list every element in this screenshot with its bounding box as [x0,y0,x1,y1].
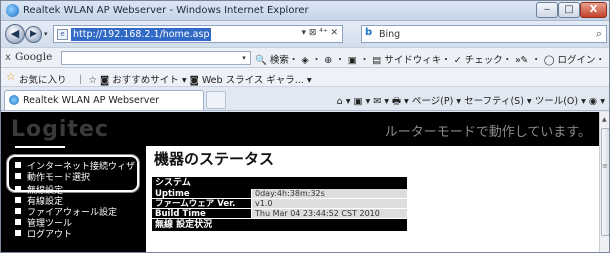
tab-active[interactable]: Realtek WLAN AP Webserver [4,90,204,110]
browser-window: Realtek WLAN AP Webserver - Windows Inte… [0,0,610,253]
search-icon[interactable]: ⌕ [596,27,602,41]
menu-item-admin-tools[interactable]: 管理ツール [15,219,72,230]
tab-row: Realtek WLAN AP Webserver ⌂ ▾ ▣ ▾ ✉ ▾ 🖶 … [1,87,609,111]
scroll-up-icon[interactable]: ▲ [602,116,607,123]
google-search-input[interactable]: ▾ [61,51,251,65]
title-bar[interactable]: Realtek WLAN AP Webserver - Windows Inte… [1,1,609,21]
page-content: Logitec ルーターモードで動作しています。 インターネット接続ウィザ 動作… [1,112,609,252]
wireless-status-header: 無線 設定状況 [152,219,407,231]
address-bar[interactable]: e http://192.168.2.1/home.asp ▾ ⊠ ⁴⁺ ✕ [53,25,343,43]
table-row: Uptime 0day:4h:38m:32s [152,189,407,199]
scroll-thumb[interactable] [601,128,609,236]
menu-item-internet-wizard[interactable]: インターネット接続ウィザ [15,162,135,173]
table-row: ファームウェア Ver. v1.0 [152,199,407,209]
favorites-button[interactable]: お気に入り [19,72,67,86]
back-button[interactable]: ◀ [5,24,25,44]
address-controls[interactable]: ▾ ⊠ ⁴⁺ ✕ [301,28,338,38]
router-banner: Logitec ルーターモードで動作しています。 [1,112,599,146]
close-toolbar-icon[interactable]: x [5,52,11,63]
system-header: システム [152,177,407,189]
menu-top-line [15,146,65,148]
mode-status-text: ルーターモードで動作しています。 [384,125,591,140]
vertical-scrollbar[interactable]: ▲ ≡ [599,112,609,252]
main-panel: 機器のステータス システム Uptime 0day:4h:38m:32s ファー… [146,146,599,252]
menu-item-wired[interactable]: 有線設定 [15,197,63,208]
chevron-down-icon[interactable]: ▾ [239,52,249,64]
maximize-button[interactable]: □ [558,2,580,18]
scroll-grip-icon: ≡ [602,162,608,170]
favorites-star-icon[interactable]: ☆ [6,70,16,83]
address-bar-row: ◀ ▶ ▾ e http://192.168.2.1/home.asp ▾ ⊠ … [1,21,609,47]
logitec-logo: Logitec [11,117,109,142]
search-provider-label: Bing [379,29,401,40]
tab-label: Realtek WLAN AP Webserver [23,95,160,106]
system-status-table: システム Uptime 0day:4h:38m:32s ファームウェア Ver.… [152,177,407,231]
menu-item-logout[interactable]: ログアウト [15,230,72,241]
command-bar[interactable]: ⌂ ▾ ▣ ▾ ✉ ▾ 🖶 ▾ ページ(P) ▾ セーフティ(S) ▾ ツール(… [337,93,605,110]
menu-item-wireless[interactable]: 無線設定 [15,186,63,197]
google-toolbar-items[interactable]: 🔍 検索・ ◈ ・ ⊕ ・ ▣ ・ ▤ サイドウィキ・ ✓ チェック・ » [255,52,521,66]
minimize-button[interactable]: ‒ [536,2,558,18]
table-row: Build Time Thu Mar 04 23:44:52 CST 2010 [152,209,407,219]
page-title: 機器のステータス [154,150,275,168]
page-icon: e [57,29,68,40]
recent-pages-dropdown-icon[interactable]: ▾ [44,30,48,38]
search-box[interactable]: b Bing ⌕ [361,25,607,43]
google-login[interactable]: ✎ ・ ◯ ログイン・ [520,52,605,66]
google-toolbar: x Google ▾ 🔍 検索・ ◈ ・ ⊕ ・ ▣ ・ ▤ サイドウィキ・ ✓… [1,47,609,68]
internet-explorer-icon [6,4,19,17]
ie-page-icon [9,95,19,105]
menu-item-firewall[interactable]: ファイアウォール設定 [15,208,117,219]
url-text[interactable]: http://192.168.2.1/home.asp [71,28,212,41]
favorites-links[interactable]: ｜ ☆ ◙ おすすめサイト ▾ ◙ Web スライス ギャラ... ▾ [76,72,312,86]
forward-button[interactable]: ▶ [25,26,42,43]
favorites-bar: ☆ お気に入り ｜ ☆ ◙ おすすめサイト ▾ ◙ Web スライス ギャラ..… [1,68,609,87]
window-title: Realtek WLAN AP Webserver - Windows Inte… [23,5,309,16]
new-tab-button[interactable] [206,91,226,109]
close-window-button[interactable]: X [580,2,607,18]
sidebar-menu: インターネット接続ウィザ 動作モード選択 無線設定 有線設定 ファイアウォール設… [1,146,146,252]
menu-item-operation-mode[interactable]: 動作モード選択 [15,173,90,184]
bing-icon: b [365,27,373,38]
google-logo: Google [15,51,53,63]
